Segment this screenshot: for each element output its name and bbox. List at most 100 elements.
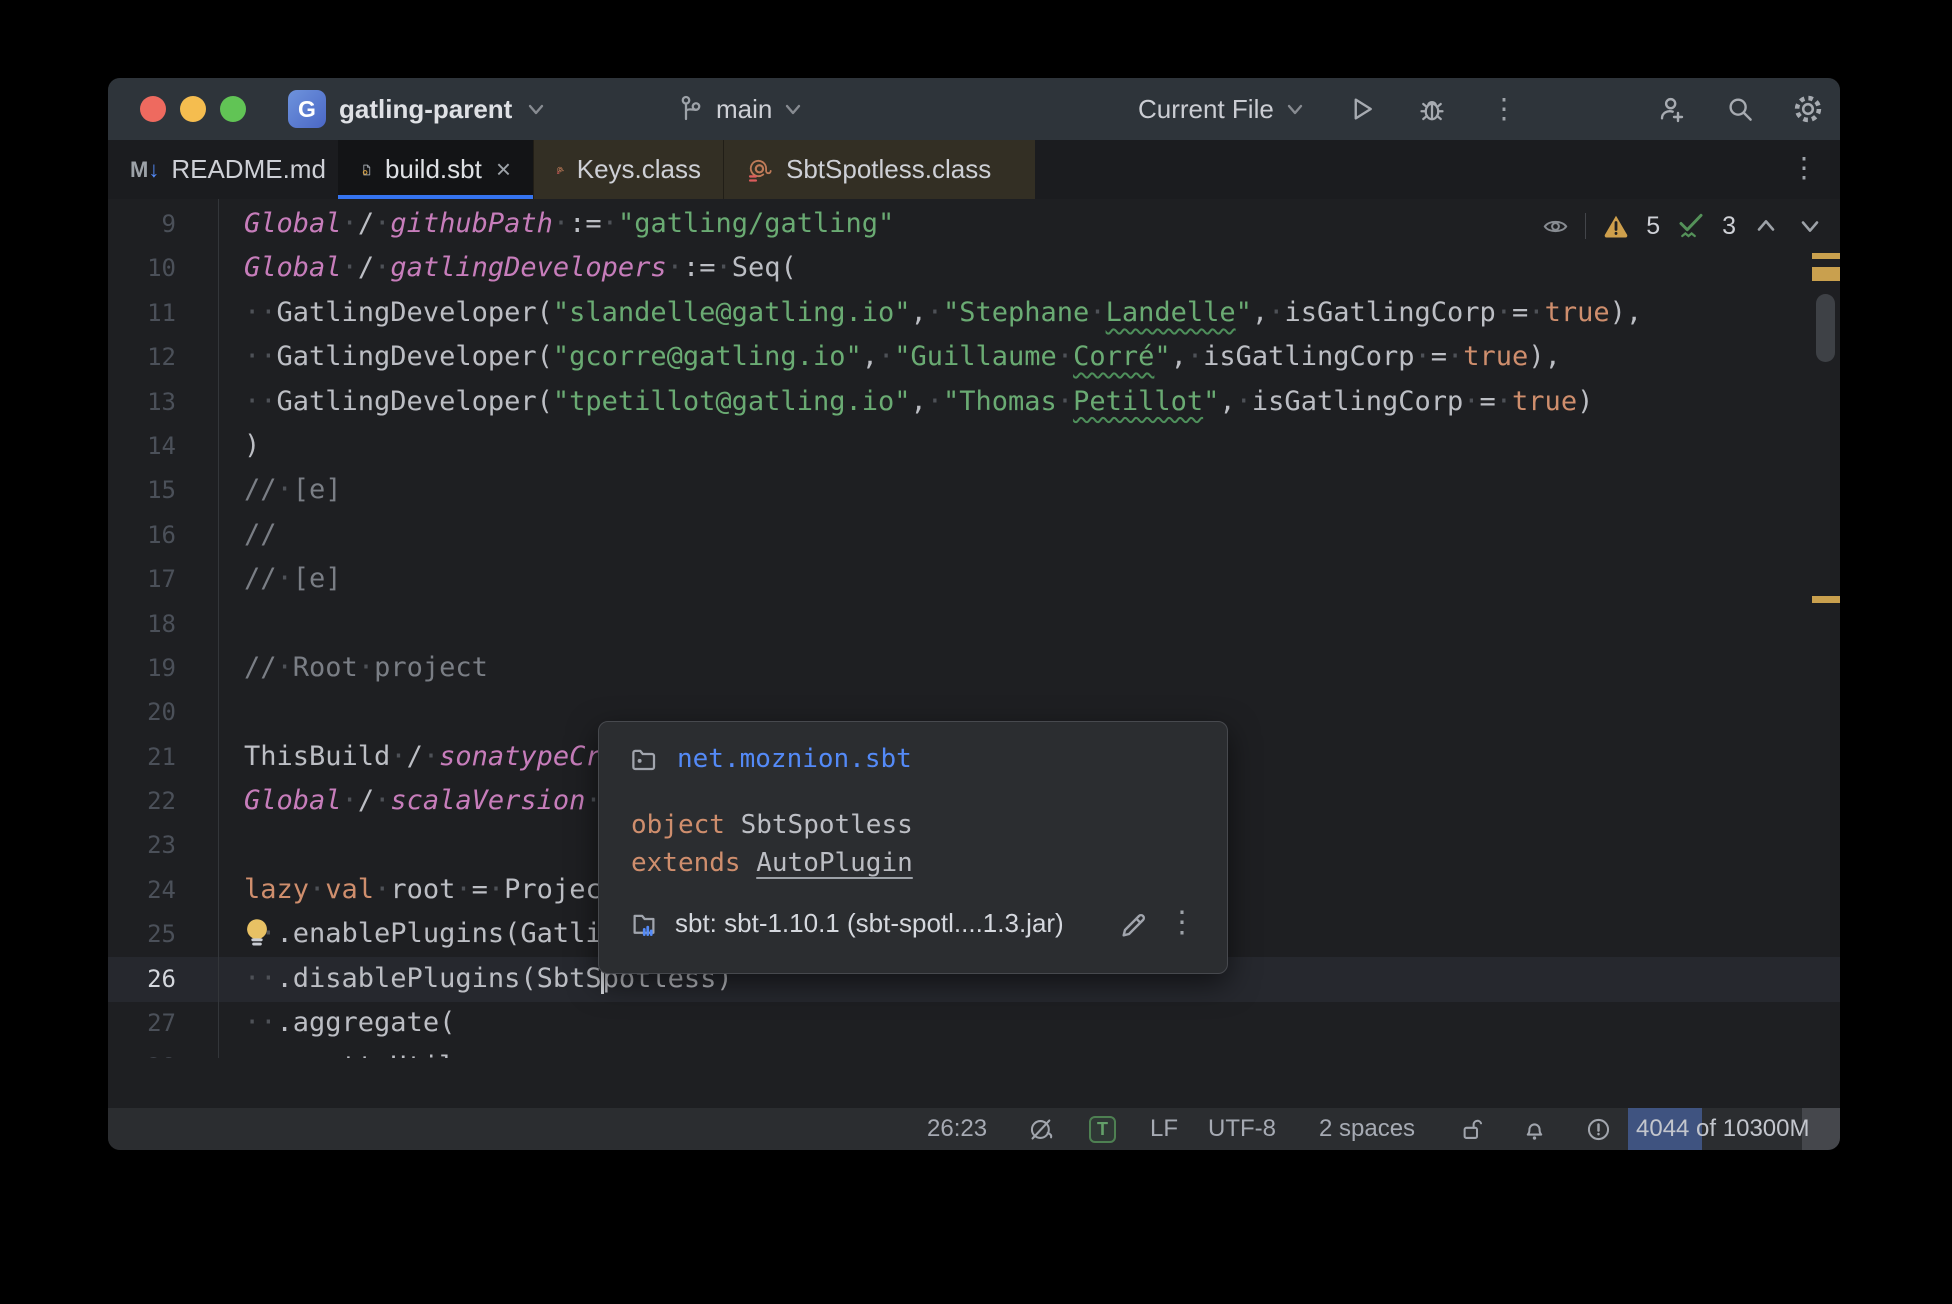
code-line[interactable]: ) (244, 424, 1642, 468)
tab-keys-class[interactable]: Keys.class (533, 140, 723, 199)
package-name[interactable]: net.moznion.sbt (677, 744, 912, 774)
ok-count: 3 (1722, 212, 1736, 241)
error-stripe-mark[interactable] (1812, 596, 1840, 603)
package-icon (629, 744, 659, 774)
line-number[interactable]: 12 (108, 335, 176, 379)
line-number[interactable]: 18 (108, 602, 176, 646)
eye-icon[interactable] (1542, 213, 1569, 240)
line-number[interactable]: 28 (108, 1045, 176, 1058)
line-number[interactable]: 16 (108, 513, 176, 557)
branch-name: main (716, 94, 772, 125)
type-aware-highlighting-badge[interactable]: T (1089, 1116, 1116, 1143)
gutter[interactable]: 910111213141516171819202122232425262728 (108, 202, 176, 1058)
line-number[interactable]: 20 (108, 690, 176, 734)
code-line[interactable]: Global·/·githubPath·:=·"gatling/gatling" (244, 202, 1642, 246)
code-line[interactable]: Global·/·gatlingDevelopers·:=·Seq( (244, 246, 1642, 290)
line-number[interactable]: 15 (108, 468, 176, 512)
kebab-icon: ⋮ (1790, 152, 1818, 183)
kebab-icon: ⋮ (1490, 95, 1518, 123)
memory-indicator[interactable]: 4044 of 10300M (1636, 1108, 1809, 1150)
project-selector[interactable]: G gatling-parent (288, 87, 547, 131)
indent-style[interactable]: 2 spaces (1319, 1108, 1415, 1150)
run-button[interactable] (1344, 91, 1380, 127)
line-number[interactable]: 14 (108, 424, 176, 468)
code-line[interactable]: ··GatlingDeveloper("slandelle@gatling.io… (244, 291, 1642, 335)
unlocked-icon[interactable] (1459, 1116, 1486, 1143)
close-window-button[interactable] (140, 96, 166, 122)
code-line[interactable]: // (244, 513, 1642, 557)
chevron-down-icon (782, 98, 804, 120)
code-line[interactable]: //·[e] (244, 468, 1642, 512)
quick-doc-popup[interactable]: net.moznion.sbt object SbtSpotless exten… (598, 721, 1228, 974)
code-line[interactable]: ··GatlingDeveloper("gcorre@gatling.io",·… (244, 335, 1642, 379)
tab-readme-md[interactable]: M↓ README.md (108, 140, 338, 199)
line-number[interactable]: 24 (108, 868, 176, 912)
minimize-window-button[interactable] (180, 96, 206, 122)
code-line[interactable]: ····nettyUtil (244, 1045, 1642, 1058)
edit-source-button[interactable] (1117, 910, 1149, 942)
code-with-me-button[interactable] (1654, 91, 1690, 127)
zoom-window-button[interactable] (220, 96, 246, 122)
error-stripe-mark[interactable] (1812, 253, 1840, 259)
problems-icon[interactable] (1585, 1116, 1612, 1143)
line-number[interactable]: 13 (108, 380, 176, 424)
chevron-down-icon[interactable] (1796, 212, 1824, 240)
warning-icon (1602, 212, 1630, 240)
search-icon (1725, 94, 1755, 124)
run-icon (1347, 94, 1377, 124)
library-jar-icon (629, 909, 659, 939)
git-branch-icon (676, 94, 706, 124)
debug-button[interactable] (1414, 91, 1450, 127)
line-number[interactable]: 9 (108, 202, 176, 246)
tab-label: build.sbt (385, 154, 482, 185)
statusbar: 26:23 T LF UTF-8 2 spaces 4044 of 10300M (108, 1108, 1840, 1150)
chevron-down-icon (1284, 98, 1306, 120)
close-tab-icon[interactable]: × (496, 154, 511, 185)
check-icon (1676, 211, 1706, 241)
code-line[interactable]: ··.aggregate( (244, 1001, 1642, 1045)
run-config-selector[interactable]: Current File (1138, 87, 1306, 131)
settings-button[interactable] (1790, 91, 1826, 127)
notifications-bell-icon[interactable] (1521, 1116, 1548, 1143)
line-number[interactable]: 27 (108, 1001, 176, 1045)
line-number[interactable]: 17 (108, 557, 176, 601)
caret-position[interactable]: 26:23 (927, 1108, 987, 1150)
vcs-branch-selector[interactable]: main (676, 87, 804, 131)
keyword: extends (631, 848, 741, 878)
tab-build-sbt[interactable]: build.sbt × (338, 140, 533, 199)
chevron-up-icon[interactable] (1752, 212, 1780, 240)
pencil-icon (1117, 910, 1149, 942)
more-actions-button[interactable]: ⋮ (1486, 91, 1522, 127)
line-number[interactable]: 26 (108, 957, 176, 1001)
line-number[interactable]: 22 (108, 779, 176, 823)
tab-label: SbtSpotless.class (786, 154, 991, 185)
search-everywhere-button[interactable] (1722, 91, 1758, 127)
line-number[interactable]: 21 (108, 735, 176, 779)
kebab-icon: ⋮ (1167, 906, 1197, 939)
line-number[interactable]: 23 (108, 823, 176, 867)
line-number[interactable]: 11 (108, 291, 176, 335)
line-number[interactable]: 25 (108, 912, 176, 956)
markdown-icon: M↓ (130, 157, 159, 183)
code-line[interactable]: //·[e] (244, 557, 1642, 601)
popup-more-button[interactable]: ⋮ (1167, 908, 1197, 938)
line-number[interactable]: 10 (108, 246, 176, 290)
tab-options-button[interactable]: ⋮ (1790, 154, 1818, 182)
line-separator[interactable]: LF (1150, 1108, 1178, 1150)
tab-label: Keys.class (577, 154, 701, 185)
code-line[interactable]: ··GatlingDeveloper("tpetillot@gatling.io… (244, 380, 1642, 424)
add-user-icon (1656, 93, 1688, 125)
intention-bulb-icon[interactable] (240, 915, 274, 949)
inspections-widget[interactable]: 5 3 (1542, 211, 1824, 241)
code-line[interactable] (244, 602, 1642, 646)
line-number[interactable]: 19 (108, 646, 176, 690)
error-stripe-mark[interactable] (1812, 267, 1840, 281)
project-name: gatling-parent (339, 94, 512, 125)
superclass-link[interactable]: AutoPlugin (756, 848, 913, 878)
highlighting-off-icon[interactable] (1028, 1116, 1055, 1143)
tab-sbtspotless-class[interactable]: SbtSpotless.class (723, 140, 1035, 199)
code-line[interactable]: //·Root·project (244, 646, 1642, 690)
scrollbar-thumb[interactable] (1816, 294, 1835, 362)
file-encoding[interactable]: UTF-8 (1208, 1108, 1276, 1150)
java-class-icon (746, 156, 774, 184)
